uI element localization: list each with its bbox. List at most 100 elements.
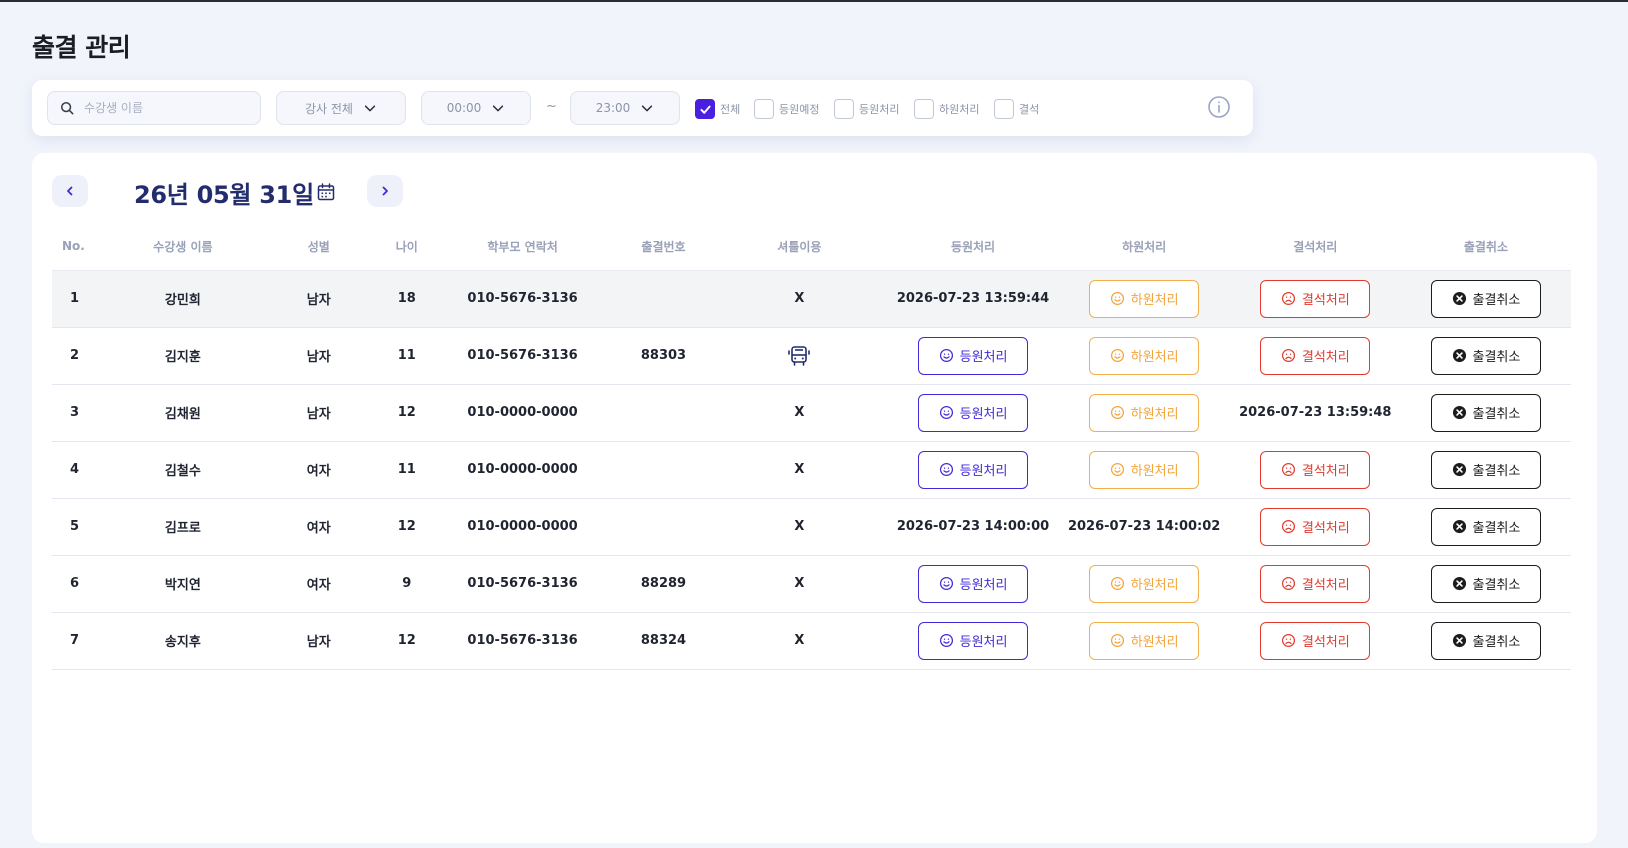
checkbox-unchecked[interactable] <box>754 99 774 119</box>
filter-checkbox-entered[interactable]: 등원처리 <box>834 99 899 119</box>
checkbox-checked[interactable] <box>695 99 715 119</box>
cancel-attendance-button[interactable]: 출결취소 <box>1430 279 1541 318</box>
shuttle-value: X <box>711 384 888 442</box>
filter-checkbox-label: 결석 <box>1019 103 1040 116</box>
absent-button-label: 결석처리 <box>1301 293 1350 308</box>
absent-button[interactable]: 결석처리 <box>1260 450 1371 489</box>
table-row: 6 박지연 여자 9 010-5676-3136 88289 X 등원처리 하원처리 결석처리 출결… <box>52 555 1571 613</box>
info-icon[interactable] <box>1207 95 1231 119</box>
exit-button-label: 하원처리 <box>1130 350 1179 365</box>
row-no: 3 <box>52 384 113 442</box>
enter-button[interactable]: 등원처리 <box>918 336 1029 375</box>
exit-button-label: 하원처리 <box>1130 464 1179 479</box>
absent-button[interactable]: 결석처리 <box>1260 279 1371 318</box>
prev-date-button[interactable] <box>52 175 88 207</box>
student-name: 김채원 <box>112 384 254 442</box>
smile-icon <box>1110 348 1124 363</box>
exit-button[interactable]: 하원처리 <box>1089 393 1200 432</box>
attendance-code <box>615 441 712 499</box>
student-age: 12 <box>384 498 430 556</box>
exit-cell: 하원처리 <box>1058 441 1230 499</box>
cancel-attendance-button[interactable]: 출결취소 <box>1430 336 1541 375</box>
shuttle-value: X <box>711 270 888 328</box>
smile-icon <box>1110 291 1124 306</box>
shuttle-value: X <box>711 612 888 670</box>
enter-time: 2026-07-23 13:59:44 <box>887 270 1059 328</box>
parent-phone: 010-5676-3136 <box>429 270 616 328</box>
absent-cell: 결석처리 <box>1229 327 1401 385</box>
exit-button[interactable]: 하원처리 <box>1089 450 1200 489</box>
teacher-select[interactable]: 강사 전체 <box>276 91 406 125</box>
student-gender: 여자 <box>253 555 385 613</box>
student-gender: 여자 <box>253 498 385 556</box>
absent-button[interactable]: 결석처리 <box>1260 336 1371 375</box>
search-input[interactable] <box>84 98 254 118</box>
header-no: No. <box>52 223 113 271</box>
header-absent: 결석처리 <box>1229 223 1401 271</box>
checkbox-unchecked[interactable] <box>994 99 1014 119</box>
absent-button-label: 결석처리 <box>1301 578 1350 593</box>
filter-checkbox-exited[interactable]: 하원처리 <box>914 99 979 119</box>
student-name: 김프로 <box>112 498 254 556</box>
exit-button-label: 하원처리 <box>1130 293 1179 308</box>
cancel-attendance-button[interactable]: 출결취소 <box>1430 393 1541 432</box>
smile-icon <box>1110 462 1124 477</box>
header-enter: 등원처리 <box>887 223 1059 271</box>
smile-icon <box>939 576 953 591</box>
next-date-button[interactable] <box>367 175 403 207</box>
sad-face-icon <box>1281 348 1295 363</box>
shuttle-value: X <box>711 441 888 499</box>
checkbox-unchecked[interactable] <box>914 99 934 119</box>
enter-button-label: 등원처리 <box>959 350 1008 365</box>
filter-checkbox-planned[interactable]: 등원예정 <box>754 99 819 119</box>
filter-checkbox-absent[interactable]: 결석 <box>994 99 1039 119</box>
header-shuttle: 셔틀이용 <box>711 223 888 271</box>
checkbox-unchecked[interactable] <box>834 99 854 119</box>
exit-cell: 하원처리 <box>1058 270 1230 328</box>
row-no: 5 <box>52 498 113 556</box>
absent-cell: 결석처리 <box>1229 441 1401 499</box>
table-row: 4 김철수 여자 11 010-0000-0000 X 등원처리 하원처리 결석처리 출결취소 <box>52 441 1571 499</box>
row-no: 6 <box>52 555 113 613</box>
absent-button[interactable]: 결석처리 <box>1260 507 1371 546</box>
exit-button[interactable]: 하원처리 <box>1089 279 1200 318</box>
table-row: 2 김지훈 남자 11 010-5676-3136 88303 등원처리 하원처리 결석처리 출결… <box>52 327 1571 385</box>
chevron-left-icon <box>67 186 73 196</box>
end-time-select[interactable]: 23:00 <box>570 91 680 125</box>
filter-checkbox-label: 전체 <box>720 103 741 116</box>
cancel-button-label: 출결취소 <box>1472 350 1521 365</box>
exit-button[interactable]: 하원처리 <box>1089 336 1200 375</box>
calendar-icon[interactable] <box>316 182 336 202</box>
exit-button[interactable]: 하원처리 <box>1089 564 1200 603</box>
cancel-attendance-button[interactable]: 출결취소 <box>1430 621 1541 660</box>
attendance-code <box>615 498 712 556</box>
absent-button[interactable]: 결석처리 <box>1260 621 1371 660</box>
start-time-select[interactable]: 00:00 <box>421 91 531 125</box>
exit-cell: 하원처리 <box>1058 327 1230 385</box>
enter-button[interactable]: 등원처리 <box>918 621 1029 660</box>
enter-button[interactable]: 등원처리 <box>918 450 1029 489</box>
enter-button[interactable]: 등원처리 <box>918 393 1029 432</box>
check-icon <box>699 105 711 114</box>
shuttle-value: X <box>711 498 888 556</box>
start-time-value: 00:00 <box>446 101 482 115</box>
filter-checkbox-label: 하원처리 <box>939 103 980 116</box>
sad-face-icon <box>1281 633 1295 648</box>
enter-button[interactable]: 등원처리 <box>918 564 1029 603</box>
exit-button[interactable]: 하원처리 <box>1089 621 1200 660</box>
search-box[interactable] <box>47 91 261 125</box>
absent-button[interactable]: 결석처리 <box>1260 564 1371 603</box>
student-age: 12 <box>384 612 430 670</box>
enter-button-label: 등원처리 <box>959 578 1008 593</box>
current-date: 26년 05월 31일 <box>134 181 314 209</box>
cancel-attendance-button[interactable]: 출결취소 <box>1430 564 1541 603</box>
cancel-attendance-button[interactable]: 출결취소 <box>1430 450 1541 489</box>
enter-cell: 등원처리 <box>887 384 1059 442</box>
table-row: 7 송지후 남자 12 010-5676-3136 88324 X 등원처리 하원처리 결석처리 출… <box>52 612 1571 670</box>
cancel-attendance-button[interactable]: 출결취소 <box>1430 507 1541 546</box>
student-name: 박지연 <box>112 555 254 613</box>
header-age: 나이 <box>384 223 430 271</box>
filter-checkbox-all[interactable]: 전체 <box>695 99 740 119</box>
parent-phone: 010-5676-3136 <box>429 327 616 385</box>
shuttle-cell <box>711 327 888 385</box>
